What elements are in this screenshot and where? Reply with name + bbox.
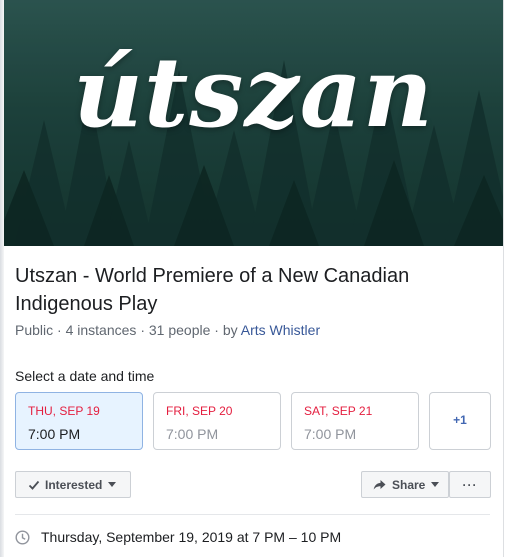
instances-text: 4 instances: [65, 322, 137, 338]
event-meta: Public · 4 instances · 31 people · by Ar…: [15, 321, 320, 339]
check-icon: [28, 479, 40, 491]
meta-separator: ·: [214, 322, 219, 338]
select-date-label: Select a date and time: [15, 368, 155, 384]
date-option-day: SAT, SEP 21: [304, 404, 373, 418]
event-title[interactable]: Utszan - World Premiere of a New Canadia…: [15, 262, 485, 318]
date-option-sat-sep-21[interactable]: SAT, SEP 21 7:00 PM: [291, 392, 419, 450]
more-dates-label: +1: [453, 413, 467, 427]
event-datetime: Thursday, September 19, 2019 at 7 PM – 1…: [15, 528, 341, 546]
date-option-fri-sep-20[interactable]: FRI, SEP 20 7:00 PM: [153, 392, 281, 450]
meta-separator: ·: [57, 322, 62, 338]
meta-separator: ·: [140, 322, 145, 338]
more-options-label: ···: [462, 477, 478, 492]
people-text[interactable]: 31 people: [149, 322, 211, 338]
share-button[interactable]: Share: [361, 471, 449, 498]
date-option-time: 7:00 PM: [166, 426, 219, 442]
host-prefix: by: [222, 322, 238, 338]
event-cover-photo[interactable]: útszan: [4, 0, 503, 246]
share-arrow-icon: [373, 479, 386, 491]
date-option-time: 7:00 PM: [304, 426, 357, 442]
date-option-time: 7:00 PM: [28, 426, 81, 442]
cover-title-text: útszan: [73, 36, 434, 149]
more-dates-button[interactable]: +1: [429, 392, 491, 450]
share-label: Share: [392, 477, 426, 492]
date-option-day: FRI, SEP 20: [166, 404, 233, 418]
date-option-thu-sep-19[interactable]: THU, SEP 19 7:00 PM: [15, 392, 143, 450]
host-link[interactable]: Arts Whistler: [241, 322, 320, 338]
interested-button[interactable]: Interested: [15, 471, 131, 498]
visibility-text: Public: [15, 322, 54, 338]
datetime-text: Thursday, September 19, 2019 at 7 PM – 1…: [41, 529, 342, 545]
interested-label: Interested: [45, 477, 103, 492]
chevron-down-icon: [108, 482, 117, 487]
section-divider: [15, 514, 490, 515]
card-border: [503, 0, 504, 557]
chevron-down-icon: [431, 482, 440, 487]
clock-icon: [15, 529, 30, 545]
more-options-button[interactable]: ···: [449, 471, 491, 498]
date-option-day: THU, SEP 19: [28, 404, 100, 418]
